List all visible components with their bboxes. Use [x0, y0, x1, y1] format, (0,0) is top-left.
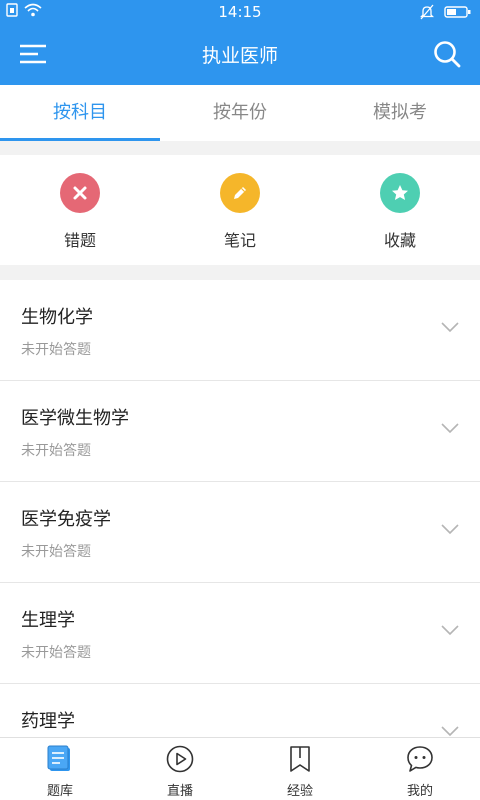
- list-item[interactable]: 医学免疫学 未开始答题: [0, 482, 480, 583]
- list-item[interactable]: 生理学 未开始答题: [0, 583, 480, 684]
- nav-question-bank[interactable]: 题库: [0, 738, 120, 800]
- pencil-icon: [234, 187, 246, 199]
- quick-actions: 错题 笔记 收藏: [0, 155, 480, 265]
- nav-label: 题库: [46, 784, 73, 799]
- list-item[interactable]: 医学微生物学 未开始答题: [0, 381, 480, 482]
- close-icon: [73, 186, 87, 200]
- search-icon[interactable]: [432, 39, 462, 69]
- subject-status: 未开始答题: [21, 645, 91, 661]
- favorites-badge: [380, 173, 420, 213]
- subject-name: 医学微生物学: [21, 408, 129, 429]
- battery-icon: [444, 6, 471, 18]
- nav-mine[interactable]: 我的: [360, 738, 480, 800]
- chevron-down-icon[interactable]: [440, 320, 460, 334]
- tab-mock-exam[interactable]: 模拟考: [320, 85, 480, 141]
- notes-label: 笔记: [223, 231, 256, 250]
- status-right-icons: [420, 4, 472, 20]
- chevron-down-icon[interactable]: [440, 522, 460, 536]
- chat-bubble-icon: [407, 746, 433, 772]
- star-icon: [392, 185, 408, 200]
- list-item[interactable]: 生物化学 未开始答题: [0, 280, 480, 381]
- tab-by-subject[interactable]: 按科目: [0, 85, 160, 141]
- mute-bell-icon: [420, 4, 434, 20]
- chevron-down-icon[interactable]: [440, 724, 460, 737]
- wrong-questions-label: 错题: [63, 231, 96, 250]
- bookmark-icon: [290, 746, 310, 772]
- chevron-down-icon[interactable]: [440, 623, 460, 637]
- play-icon: [166, 745, 194, 773]
- notes-button[interactable]: 笔记: [160, 155, 320, 265]
- tab-by-year[interactable]: 按年份: [160, 85, 320, 141]
- status-time: 14:15: [218, 3, 262, 21]
- app-bar: 执业医师: [0, 24, 480, 85]
- nav-label: 经验: [286, 784, 313, 799]
- page-title: 执业医师: [201, 45, 278, 67]
- question-bank-icon: [47, 745, 70, 771]
- subject-status: 未开始答题: [21, 544, 91, 560]
- subject-name: 生物化学: [21, 307, 93, 328]
- subject-name: 药理学: [21, 711, 75, 732]
- nav-label: 我的: [406, 784, 433, 799]
- tab-bar: 按科目 按年份 模拟考: [0, 85, 480, 141]
- bottom-nav: 题库 直播 经验 我的: [0, 737, 480, 800]
- favorites-label: 收藏: [383, 231, 416, 250]
- subject-list: 生物化学 未开始答题 医学微生物学 未开始答题 医学免疫学 未开始答题 生理学 …: [0, 280, 480, 737]
- list-item[interactable]: 药理学: [0, 684, 480, 737]
- wrong-questions-button[interactable]: 错题: [0, 155, 160, 265]
- nav-label: 直播: [166, 784, 193, 799]
- nav-experience[interactable]: 经验: [240, 738, 360, 800]
- subject-status: 未开始答题: [21, 443, 91, 459]
- subject-status: 未开始答题: [21, 342, 91, 358]
- wrong-questions-badge: [60, 173, 100, 213]
- subject-name: 生理学: [21, 610, 75, 631]
- chevron-down-icon[interactable]: [440, 421, 460, 435]
- favorites-button[interactable]: 收藏: [320, 155, 480, 265]
- nav-live[interactable]: 直播: [120, 738, 240, 800]
- subject-name: 医学免疫学: [21, 509, 111, 530]
- status-bar: 14:15: [0, 0, 480, 24]
- notes-badge: [220, 173, 260, 213]
